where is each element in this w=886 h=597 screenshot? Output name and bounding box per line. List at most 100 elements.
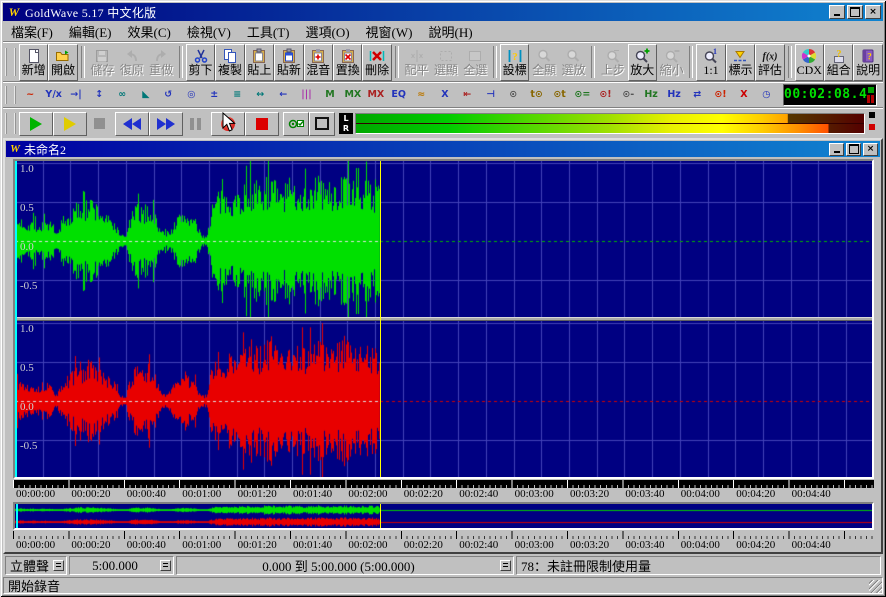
resample-icon[interactable]: Hz <box>663 84 686 106</box>
maximize-volume-icon[interactable]: ⊙! <box>594 84 617 106</box>
selection-start-marker[interactable] <box>15 161 17 477</box>
toolbar-separator <box>81 46 85 78</box>
channel-convert-icon[interactable]: ⇄ <box>686 84 709 106</box>
time-axis-label: 00:02:00 <box>348 488 387 500</box>
toolbar-grip[interactable] <box>5 86 16 104</box>
maximize-button[interactable] <box>847 5 863 19</box>
toolbar-grip[interactable] <box>5 48 16 76</box>
toolbar-grip[interactable] <box>5 113 16 135</box>
doc-maximize-button[interactable] <box>846 143 861 156</box>
status-panel-menu-icon[interactable] <box>160 560 171 571</box>
status-panel-menu-icon[interactable] <box>500 560 511 571</box>
help-button[interactable]: ?說明 <box>853 44 882 81</box>
overview-waveform[interactable] <box>15 504 872 528</box>
record-options-button[interactable] <box>283 112 309 136</box>
trim-silence-icon[interactable]: ⊣ <box>479 84 502 106</box>
filter-icon[interactable]: ◎ <box>180 84 203 106</box>
toolbar-button-label: 貼上 <box>247 64 271 77</box>
toolbar-button-label: 新增 <box>22 64 46 77</box>
preset-apply-icon[interactable]: MX <box>341 84 364 106</box>
fade-icon[interactable]: ◣ <box>134 84 157 106</box>
menu-window[interactable]: 視窗(W) <box>358 21 421 42</box>
doppler-icon[interactable]: ~ <box>19 84 42 106</box>
delete-button[interactable]: 刪除 <box>362 44 391 81</box>
copy-button[interactable]: 複製 <box>215 44 244 81</box>
time-axis[interactable]: 00:00:0000:00:2000:00:4000:01:0000:01:20… <box>13 480 874 501</box>
multiband-icon[interactable]: ||| <box>295 84 318 106</box>
menu-effect[interactable]: 效果(C) <box>120 21 179 42</box>
volume-icon[interactable]: ⊙ <box>502 84 525 106</box>
cut-button[interactable]: 剪下 <box>186 44 215 81</box>
play-selection-button[interactable] <box>53 112 87 136</box>
menu-help[interactable]: 說明(H) <box>420 21 480 42</box>
status-panel-menu-icon[interactable] <box>53 560 64 571</box>
toolbar-separator <box>493 46 497 78</box>
fast-forward-button[interactable] <box>149 112 183 136</box>
preset-remove-icon[interactable]: MX <box>364 84 387 106</box>
monitor-button[interactable] <box>309 112 335 136</box>
batch-icon[interactable]: M <box>318 84 341 106</box>
right-channel-waveform[interactable] <box>15 321 872 477</box>
doc-close-button[interactable]: × <box>863 143 878 156</box>
open-button[interactable]: 開啟 <box>48 44 77 81</box>
dynamics-icon[interactable]: Y/x <box>42 84 65 106</box>
playback-rate-icon[interactable]: Hz <box>640 84 663 106</box>
replace-button[interactable]: 置換 <box>333 44 362 81</box>
marker-button[interactable]: 標示 <box>726 44 755 81</box>
echo-icon[interactable]: →| <box>65 84 88 106</box>
fade-in-icon[interactable]: t⊙ <box>525 84 548 106</box>
voice-removal-icon[interactable]: X <box>732 84 755 106</box>
fade-out-icon[interactable]: ⊙t <box>548 84 571 106</box>
mechanize-icon[interactable]: ± <box>203 84 226 106</box>
equalizer-icon[interactable]: EQ <box>387 84 410 106</box>
menu-view[interactable]: 檢視(V) <box>179 21 239 42</box>
amplitude-label: 0.0 <box>20 402 34 413</box>
zoom-1-1-button[interactable]: 11:1 <box>696 44 725 81</box>
left-channel-waveform[interactable] <box>15 161 872 317</box>
sound-window-title-bar[interactable]: W 未命名2 × <box>6 141 880 157</box>
silence-icon[interactable]: ⇤ <box>456 84 479 106</box>
shape-volume-icon[interactable]: ⊙- <box>617 84 640 106</box>
play-button[interactable] <box>19 112 53 136</box>
paste-new-button[interactable]: 貼新 <box>274 44 303 81</box>
match-volume-icon[interactable]: ⊙= <box>571 84 594 106</box>
flange-icon[interactable]: ∞ <box>111 84 134 106</box>
expander-icon[interactable]: ↕ <box>88 84 111 106</box>
record-button[interactable] <box>211 112 245 136</box>
main-toolbar: 新增開啟儲存復原重做剪下複製貼上貼新混音置換刪除配平選顯全選?設標全顯選放上步放… <box>3 41 883 82</box>
record-level-icon[interactable]: ⊙! <box>709 84 732 106</box>
combine-button[interactable]: ?組合 <box>824 44 853 81</box>
reverb-icon[interactable]: X <box>433 84 456 106</box>
stop-record-button[interactable] <box>245 112 279 136</box>
toolbar-button-label: 選顯 <box>434 64 458 77</box>
overview-strip[interactable] <box>13 502 874 530</box>
cdx-button[interactable]: CDX <box>795 44 824 81</box>
waveform-view[interactable]: 1.00.50.0-0.5 1.00.50.0-0.5 <box>13 159 874 479</box>
menu-option[interactable]: 選項(O) <box>298 21 358 42</box>
minimize-button[interactable] <box>829 5 845 19</box>
offset-icon[interactable]: ≡ <box>226 84 249 106</box>
resize-grip[interactable] <box>869 580 882 593</box>
menu-file[interactable]: 檔案(F) <box>3 21 61 42</box>
pitch-icon[interactable]: ≈ <box>410 84 433 106</box>
prev-effect-icon[interactable]: ← <box>272 84 295 106</box>
overview-record-marker <box>380 504 381 528</box>
title-bar[interactable]: W GoldWave 5.17 中文化版 × <box>3 3 883 21</box>
rewind-button[interactable] <box>115 112 149 136</box>
toolbar-button-label: 設標 <box>503 64 527 77</box>
clipboard-x-icon <box>340 48 356 64</box>
menu-tool[interactable]: 工具(T) <box>239 21 298 42</box>
doc-minimize-button[interactable] <box>829 143 844 156</box>
zoom-in-button[interactable]: 放大 <box>628 44 657 81</box>
evaluate-button[interactable]: f(x)評估 <box>755 44 784 81</box>
paste-button[interactable]: 貼上 <box>245 44 274 81</box>
mix-button[interactable]: 混音 <box>304 44 333 81</box>
close-button[interactable]: × <box>865 5 881 19</box>
set-marker-button[interactable]: ?設標 <box>500 44 529 81</box>
new-button[interactable]: 新增 <box>19 44 48 81</box>
overview-time-axis[interactable]: 00:00:0000:00:2000:00:4000:01:0000:01:20… <box>13 531 874 552</box>
invert-icon[interactable]: ↺ <box>157 84 180 106</box>
cue-time-icon[interactable]: ◷ <box>755 84 778 106</box>
pan-icon[interactable]: ↔ <box>249 84 272 106</box>
menu-edit[interactable]: 編輯(E) <box>61 21 120 42</box>
